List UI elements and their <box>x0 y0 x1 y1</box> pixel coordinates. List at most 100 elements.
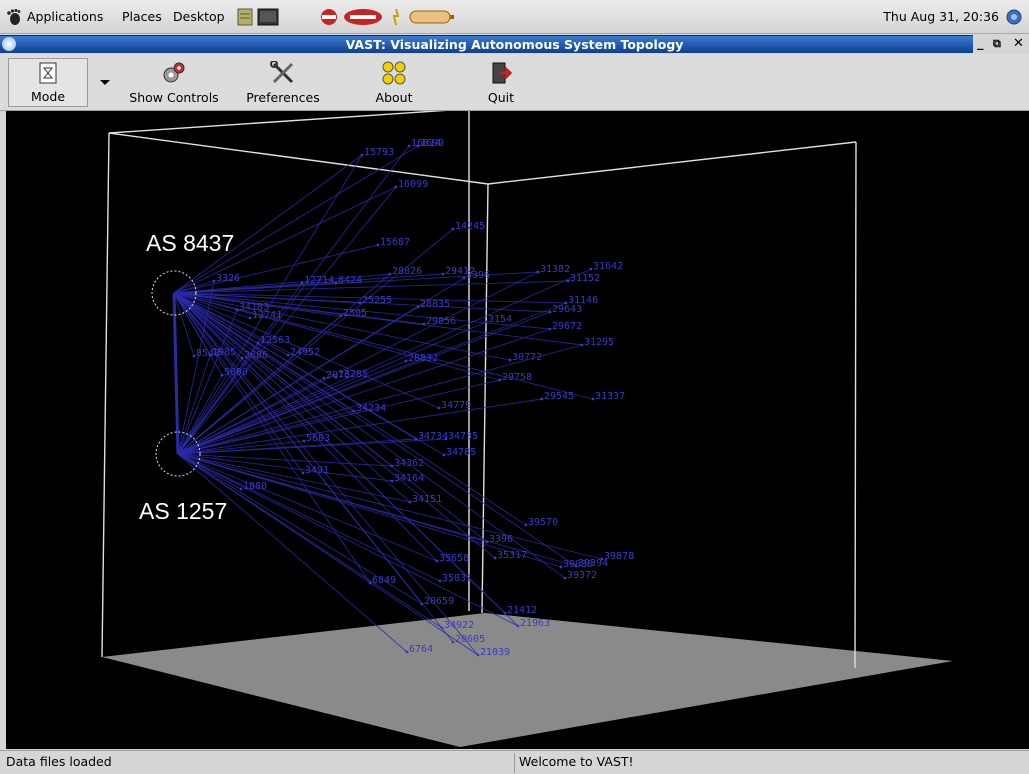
menu-places[interactable]: Places <box>122 9 162 24</box>
as-node-label[interactable]: 15687 <box>380 237 410 248</box>
as-node-label[interactable]: 25255 <box>362 295 392 306</box>
as-node-label[interactable]: 20659 <box>424 596 454 607</box>
as-node-point[interactable] <box>405 650 409 654</box>
as-node-label[interactable]: 29758 <box>502 372 532 383</box>
as-node-point[interactable] <box>591 397 595 401</box>
as-node-point[interactable] <box>444 437 448 441</box>
as-node-point[interactable] <box>536 270 540 274</box>
as-node-label[interactable]: 31382 <box>540 264 570 275</box>
as-node-point[interactable] <box>563 576 567 580</box>
quit-button[interactable]: Quit <box>476 58 526 107</box>
as-node-label[interactable]: 34734 <box>418 431 448 442</box>
as-node-point[interactable] <box>503 611 507 615</box>
as-node-point[interactable] <box>589 267 593 271</box>
as-node-label[interactable]: 3154 <box>488 314 512 325</box>
as-node-point[interactable] <box>548 310 552 314</box>
as-node-point[interactable] <box>435 559 439 563</box>
as-node-label[interactable]: 14245 <box>455 221 485 232</box>
as-node-point[interactable] <box>390 464 394 468</box>
as-node-point[interactable] <box>437 406 441 410</box>
as-node-point[interactable] <box>420 602 424 606</box>
as-node-label[interactable]: 31337 <box>595 391 625 402</box>
as-node-point[interactable] <box>451 227 455 231</box>
as-node-point[interactable] <box>476 653 480 657</box>
as-node-point[interactable] <box>352 409 356 413</box>
as-node-point[interactable] <box>390 479 394 483</box>
as-node-label[interactable]: 34164 <box>394 473 424 484</box>
as-node-label[interactable]: 2505 <box>343 308 367 319</box>
as-node-label[interactable]: 8424 <box>338 275 362 286</box>
as-node-point[interactable] <box>442 453 446 457</box>
as-node-label[interactable]: 16099 <box>398 179 428 190</box>
panel-clock[interactable]: Thu Aug 31, 20:36 <box>883 9 999 24</box>
mode-dropdown-arrow-icon[interactable] <box>100 80 110 85</box>
battery-launcher-icon[interactable] <box>408 7 456 27</box>
menu-applications[interactable]: Applications <box>27 9 103 24</box>
as-node-label[interactable]: 29672 <box>552 321 582 332</box>
menu-desktop[interactable]: Desktop <box>173 9 225 24</box>
as-node-point[interactable] <box>322 376 326 380</box>
as-node-label[interactable]: 6849 <box>372 575 396 586</box>
as-node-point[interactable] <box>256 341 260 345</box>
as-node-point[interactable] <box>240 356 244 360</box>
as-node-label[interactable]: 5690 <box>224 367 248 378</box>
as-node-point[interactable] <box>404 359 408 363</box>
as-node-point[interactable] <box>286 353 290 357</box>
close-button[interactable]: ✕ <box>1013 36 1024 51</box>
as-node-label[interactable]: 34785 <box>446 447 476 458</box>
as-node-label[interactable]: 39878 <box>604 551 634 562</box>
as-node-label[interactable]: 29643 <box>552 304 582 315</box>
as-node-label[interactable]: 6764 <box>409 644 433 655</box>
as-node-label[interactable]: 12741 <box>252 310 282 321</box>
as-node-point[interactable] <box>239 487 243 491</box>
about-button[interactable]: About <box>364 58 424 107</box>
as-node-point[interactable] <box>485 540 489 544</box>
as-node-point[interactable] <box>574 564 578 568</box>
as-node-label[interactable]: 5603 <box>306 433 330 444</box>
as-node-label[interactable]: 39570 <box>528 517 558 528</box>
as-node-point[interactable] <box>566 279 570 283</box>
as-node-point[interactable] <box>451 640 455 644</box>
as-node-label[interactable]: 29056 <box>426 316 456 327</box>
as-node-point[interactable] <box>484 320 488 324</box>
as-node-point[interactable] <box>301 471 305 475</box>
mail-launcher-icon[interactable] <box>342 7 384 27</box>
as-node-point[interactable] <box>414 437 418 441</box>
as-node-label[interactable]: 24952 <box>290 347 320 358</box>
topology-3d-scene[interactable]: 157931681416901609915687142453326 12714 84… <box>6 111 1029 749</box>
as-node-label[interactable]: 3396 <box>489 534 513 545</box>
as-node-label[interactable]: 29545 <box>544 391 574 402</box>
as-node-label[interactable]: 20605 <box>455 634 485 645</box>
as-node-label[interactable]: 39372 <box>567 570 597 581</box>
as-node-point[interactable] <box>358 301 362 305</box>
maximize-button[interactable]: ⧉ <box>993 37 1001 51</box>
as-node-point[interactable] <box>408 500 412 504</box>
as-node-label[interactable]: 28832 <box>408 353 438 364</box>
as-node-label[interactable]: 31152 <box>570 273 600 284</box>
as-node-label[interactable]: 1690 <box>420 138 444 149</box>
as-node-label[interactable]: 3491 <box>305 465 329 476</box>
as-node-label[interactable]: 35031 <box>442 573 472 584</box>
as-node-label[interactable]: 12563 <box>260 335 290 346</box>
as-node-point[interactable] <box>407 144 411 148</box>
as-node-point[interactable] <box>580 343 584 347</box>
as-node-point[interactable] <box>498 378 502 382</box>
as-node-label[interactable]: 1880 <box>243 481 267 492</box>
as-node-label[interactable]: 2076 <box>326 370 350 381</box>
as-node-point[interactable] <box>493 556 497 560</box>
as-node-label[interactable]: 21412 <box>507 605 537 616</box>
as-node-point[interactable] <box>422 322 426 326</box>
window-titlebar[interactable]: VAST: Visualizing Autonomous System Topo… <box>0 35 1029 53</box>
as-node-point[interactable] <box>508 358 512 362</box>
as-node-label[interactable]: 34735 <box>448 431 478 442</box>
as-node-point[interactable] <box>516 624 520 628</box>
as-node-label[interactable]: 35317 <box>497 550 527 561</box>
as-node-point[interactable] <box>440 626 444 630</box>
show-controls-button[interactable]: Show Controls <box>124 58 224 107</box>
as-node-label[interactable]: 15793 <box>364 147 394 158</box>
as-node-point[interactable] <box>235 308 239 312</box>
as-node-point[interactable] <box>394 185 398 189</box>
preferences-button[interactable]: Preferences <box>236 58 330 107</box>
as-node-label[interactable]: 21963 <box>520 618 550 629</box>
as-node-label[interactable]: 31642 <box>593 261 623 272</box>
